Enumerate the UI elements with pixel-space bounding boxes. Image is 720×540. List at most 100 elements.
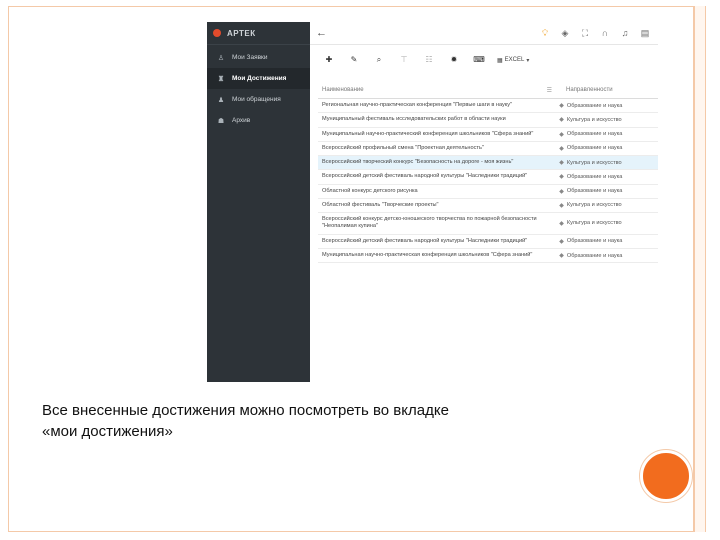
cell-name: Муниципальный научно-практический конфер… xyxy=(322,130,534,137)
cell-name: Всероссийский конкурс детско-юношеского … xyxy=(322,216,537,230)
tag-icon: ◆ xyxy=(559,131,564,138)
cell-name: Всероссийский детский фестиваль народной… xyxy=(322,173,528,180)
table-header: Наименование ☰ Направленности xyxy=(318,82,658,99)
tag-icon: ◆ xyxy=(559,253,564,260)
table-row[interactable]: Всероссийский детский фестиваль народной… xyxy=(318,235,658,249)
table-export-icon: ▦ xyxy=(497,57,503,64)
cell-name: Всероссийский творческий конкурс "Безопа… xyxy=(322,159,514,166)
sidebar: АРТЕК ♙ Мои Заявки ♜ Мои Достижения ♟ Мо… xyxy=(207,22,310,382)
direction-label: Образование и наука xyxy=(566,102,623,109)
cell-direction: ◆ Образование и наука xyxy=(553,145,658,152)
cell-name: Региональная научно-практическая конфере… xyxy=(322,102,513,108)
cell-direction: ◆ Культура и искусство xyxy=(553,116,658,124)
slide-right-rail xyxy=(694,6,706,532)
keyboard-icon[interactable]: ⌨ xyxy=(468,51,490,69)
document-icon[interactable]: ▤ xyxy=(636,25,654,41)
fullscreen-icon[interactable]: ⛶ xyxy=(576,25,594,41)
topbar: ← 💡︎ ◈ ⛶ ∩ ♫ ▤ xyxy=(310,22,658,45)
columns-icon[interactable]: ☷ xyxy=(418,51,440,69)
table-row[interactable]: Областной фестиваль "Творческие проекты"… xyxy=(318,199,658,214)
table-row[interactable]: Региональная научно-практическая конфере… xyxy=(318,99,658,114)
sidebar-item-my-requests[interactable]: ♟ Мои обращения xyxy=(207,89,310,110)
caption-line-1: Все внесенные достижения можно посмотрет… xyxy=(42,402,449,419)
layers-icon[interactable]: ◈ xyxy=(556,25,574,41)
direction-label: Образование и наука xyxy=(566,173,623,180)
add-icon[interactable]: ✚ xyxy=(318,51,340,69)
table-row[interactable]: Муниципальный фестиваль исследовательски… xyxy=(318,113,658,128)
brand-logo-icon xyxy=(213,29,221,37)
cell-direction: ◆ Образование и наука xyxy=(553,252,658,260)
sidebar-item-label: Архив xyxy=(232,117,251,124)
tag-icon: ◆ xyxy=(559,174,564,181)
direction-label: Культура и искусство xyxy=(566,159,622,166)
user-icon: ♟ xyxy=(217,96,225,104)
direction-label: Образование и наука xyxy=(566,188,623,195)
tag-icon: ◆ xyxy=(559,220,564,227)
direction-label: Образование и наука xyxy=(566,131,623,138)
settings-icon[interactable]: ✹ xyxy=(443,51,465,69)
tag-icon: ◆ xyxy=(559,117,564,124)
cell-direction: ◆ Образование и наука xyxy=(553,238,658,245)
achievements-table: Наименование ☰ Направленности Региональн… xyxy=(318,82,658,264)
app-screenshot: АРТЕК ♙ Мои Заявки ♜ Мои Достижения ♟ Мо… xyxy=(207,22,658,382)
filter-icon[interactable]: ⊤ xyxy=(393,51,415,69)
person-icon: ♙ xyxy=(217,54,225,62)
tag-icon: ◆ xyxy=(559,202,564,209)
cell-direction: ◆ Культура и искусство xyxy=(553,202,658,209)
table-row[interactable]: Всероссийский детский фестиваль народной… xyxy=(318,170,658,185)
sidebar-item-my-achievements[interactable]: ♜ Мои Достижения xyxy=(207,68,310,89)
direction-label: Культура и искусство xyxy=(566,116,622,123)
table-body: Региональная научно-практическая конфере… xyxy=(318,99,658,264)
brand-name: АРТЕК xyxy=(227,28,256,38)
table-row[interactable]: Муниципальный научно-практический конфер… xyxy=(318,128,658,142)
trophy-icon: ♜ xyxy=(217,75,225,83)
archive-icon: ☗ xyxy=(217,117,225,125)
column-header-name[interactable]: Наименование ☰ xyxy=(318,87,560,94)
edit-icon[interactable]: ✎ xyxy=(343,51,365,69)
tag-icon: ◆ xyxy=(559,238,564,245)
tag-icon: ◆ xyxy=(559,145,564,152)
direction-label: Образование и наука xyxy=(566,252,623,259)
table-row[interactable]: Всероссийский профильный смена "Проектна… xyxy=(318,142,658,157)
export-excel-button[interactable]: ▦ EXCEL ▾ xyxy=(493,57,533,64)
sidebar-item-archive[interactable]: ☗ Архив xyxy=(207,110,310,131)
direction-label: Образование и наука xyxy=(566,145,623,152)
sidebar-item-label: Мои Заявки xyxy=(232,54,268,61)
direction-label: Культура и искусство xyxy=(566,220,622,227)
cell-direction: ◆ Культура и искусство xyxy=(553,220,658,227)
cell-direction: ◆ Образование и наука xyxy=(553,188,658,195)
cell-name: Всероссийский детский фестиваль народной… xyxy=(322,237,528,244)
slide-caption: Все внесенные достижения можно посмотрет… xyxy=(42,400,602,442)
filter-icon[interactable]: ☰ xyxy=(547,87,552,94)
sidebar-item-label: Мои Достижения xyxy=(232,75,287,82)
table-row[interactable]: Муниципальная научно-практическая конфер… xyxy=(318,249,658,264)
search-record-icon[interactable]: ⌕ xyxy=(368,51,390,69)
direction-label: Культура и искусство xyxy=(566,202,622,209)
column-header-name-label: Наименование xyxy=(322,87,364,93)
sidebar-item-label: Мои обращения xyxy=(232,96,281,103)
cell-direction: ◆ Образование и наука xyxy=(553,173,658,181)
tag-icon: ◆ xyxy=(559,188,564,195)
cell-direction: ◆ Образование и наука xyxy=(553,131,658,138)
table-toolbar: ✚ ✎ ⌕ ⊤ ☷ ✹ ⌨ ▦ EXCEL ▾ xyxy=(310,45,658,75)
tag-icon: ◆ xyxy=(559,103,564,110)
cell-name: Муниципальный фестиваль исследовательски… xyxy=(322,116,506,123)
table-row[interactable]: Областной конкурс детского рисунка ◆ Образ… xyxy=(318,185,658,199)
cell-name: Всероссийский профильный смена "Проектна… xyxy=(322,144,484,151)
arrow-left-icon[interactable]: ← xyxy=(316,27,327,39)
brand[interactable]: АРТЕК xyxy=(207,22,310,45)
caption-line-2: «мои достижения» xyxy=(42,423,173,440)
cell-direction: ◆ Образование и наука xyxy=(553,102,658,110)
headphones-icon[interactable]: ∩ xyxy=(596,25,614,41)
cell-direction: ◆ Культура и искусство xyxy=(553,159,658,167)
column-header-direction[interactable]: Направленности xyxy=(560,87,656,93)
table-row[interactable]: Всероссийский конкурс детско-юношеского … xyxy=(318,213,658,235)
excel-label: EXCEL xyxy=(504,57,525,63)
table-row[interactable]: Всероссийский творческий конкурс "Безопа… xyxy=(318,156,658,171)
cell-name: Областной фестиваль "Творческие проекты" xyxy=(322,201,439,208)
tag-icon: ◆ xyxy=(559,160,564,167)
lightbulb-icon[interactable]: 💡︎ xyxy=(536,25,554,41)
sidebar-item-my-applications[interactable]: ♙ Мои Заявки xyxy=(207,47,310,68)
direction-label: Образование и наука xyxy=(566,238,623,245)
bell-icon[interactable]: ♫ xyxy=(616,25,634,41)
